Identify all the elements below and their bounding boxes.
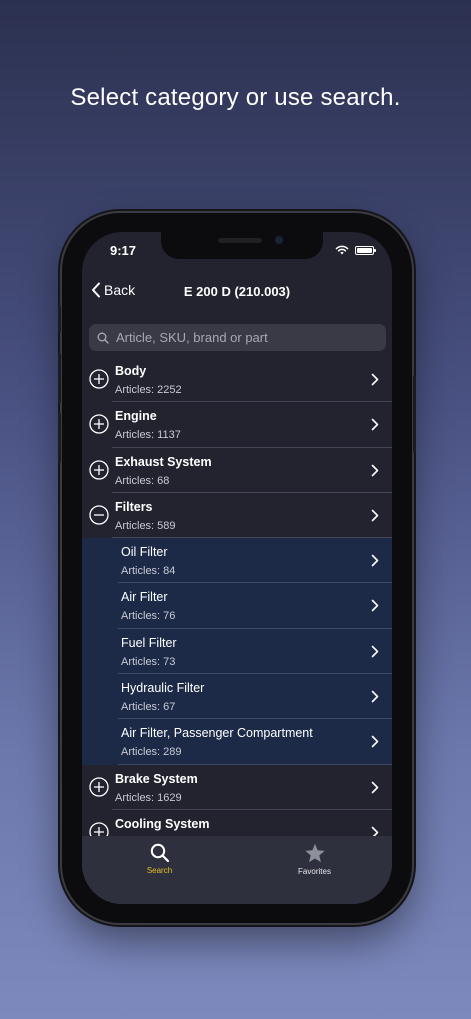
chevron-right-icon — [371, 736, 379, 748]
row-article-count: Articles: 84 — [121, 565, 176, 578]
row-title: Exhaust System — [115, 454, 212, 469]
plus-circle-icon[interactable] — [89, 777, 109, 797]
tab-search-label: Search — [146, 866, 173, 875]
row-article-count: Articles: 1629 — [115, 791, 182, 804]
row-title: Brake System — [115, 771, 198, 786]
subcategory-row[interactable]: Air Filter, Passenger Compartment Article… — [82, 719, 392, 765]
chevron-right-icon — [371, 600, 379, 612]
row-article-count: Articles: 73 — [121, 655, 176, 668]
tab-search[interactable]: Search — [82, 836, 237, 904]
headline: Select category or use search. — [70, 84, 401, 111]
wifi-icon — [335, 245, 349, 255]
category-row[interactable]: Brake System Articles: 1629 — [82, 764, 392, 810]
row-title: Hydraulic Filter — [121, 681, 205, 696]
chevron-right-icon — [371, 690, 379, 703]
row-article-count: Articles: 289 — [121, 746, 182, 759]
battery-icon — [355, 245, 376, 255]
front-camera — [275, 236, 283, 244]
category-row[interactable]: Exhaust System Articles: 68 — [82, 447, 392, 493]
chevron-right-icon — [371, 418, 379, 431]
plus-circle-icon[interactable] — [89, 369, 109, 389]
row-article-count: Articles: 68 — [115, 474, 170, 487]
chevron-right-icon — [371, 464, 379, 476]
power-button — [413, 375, 416, 453]
row-title: Filters — [115, 499, 153, 514]
status-time: 9:17 — [110, 243, 137, 258]
row-title: Body — [115, 364, 147, 378]
volume-up-button — [58, 353, 61, 403]
chevron-right-icon — [371, 554, 379, 567]
subcategory-row[interactable]: Oil Filter Articles: 84 — [82, 538, 392, 584]
category-row[interactable]: Body Articles: 2252 — [82, 357, 392, 403]
row-article-count: Articles: 589 — [115, 519, 176, 532]
phone-frame: 9:17 Back E 200 D (210.003) Article, SKU… — [58, 213, 416, 923]
row-title: Fuel Filter — [121, 635, 177, 650]
search-input[interactable] — [116, 330, 376, 345]
speaker — [218, 238, 262, 243]
row-article-count: Articles: 1137 — [115, 429, 181, 442]
subcategory-row[interactable]: Air Filter Articles: 76 — [82, 583, 392, 629]
nav-title: E 200 D (210.003) — [183, 284, 291, 299]
tab-bar: Search Favorites — [82, 836, 392, 904]
plus-circle-icon[interactable] — [89, 459, 109, 480]
minus-circle-icon[interactable] — [89, 505, 109, 525]
row-article-count: Articles: 67 — [121, 701, 176, 714]
star-icon — [304, 843, 325, 863]
plus-circle-icon[interactable] — [89, 414, 109, 434]
chevron-right-icon — [371, 373, 379, 386]
volume-down-button — [58, 413, 61, 463]
row-title: Engine — [115, 409, 157, 424]
nav-bar: Back E 200 D (210.003) — [82, 272, 392, 316]
chevron-right-icon — [371, 781, 379, 793]
category-row[interactable]: Filters Articles: 589 — [82, 492, 392, 539]
row-title: Air Filter — [121, 590, 168, 605]
chevron-right-icon — [371, 509, 379, 522]
app-screen: 9:17 Back E 200 D (210.003) Article, SKU… — [82, 232, 392, 904]
row-title: Cooling System — [115, 816, 210, 831]
subcategory-row[interactable]: Fuel Filter Articles: 73 — [82, 628, 392, 675]
row-title: Air Filter, Passenger Compartment — [121, 726, 313, 741]
search-icon — [150, 843, 169, 863]
notch — [161, 232, 323, 259]
category-list: Body Articles: 2252 Engine Articles: 1137 Ex… — [82, 357, 392, 856]
row-title: Oil Filter — [121, 545, 168, 560]
search-icon — [97, 332, 109, 344]
search-bar[interactable] — [89, 324, 386, 351]
chevron-right-icon — [371, 645, 379, 658]
row-article-count: Articles: 2252 — [115, 384, 182, 396]
status-icons — [335, 245, 376, 255]
tab-favorites-label: Favorites — [298, 867, 331, 876]
tab-favorites[interactable]: Favorites — [237, 836, 392, 904]
row-article-count: Articles: 76 — [121, 610, 176, 623]
mute-switch — [58, 305, 61, 333]
subcategory-row[interactable]: Hydraulic Filter Articles: 67 — [82, 674, 392, 720]
category-row[interactable]: Engine Articles: 1137 — [82, 402, 392, 448]
